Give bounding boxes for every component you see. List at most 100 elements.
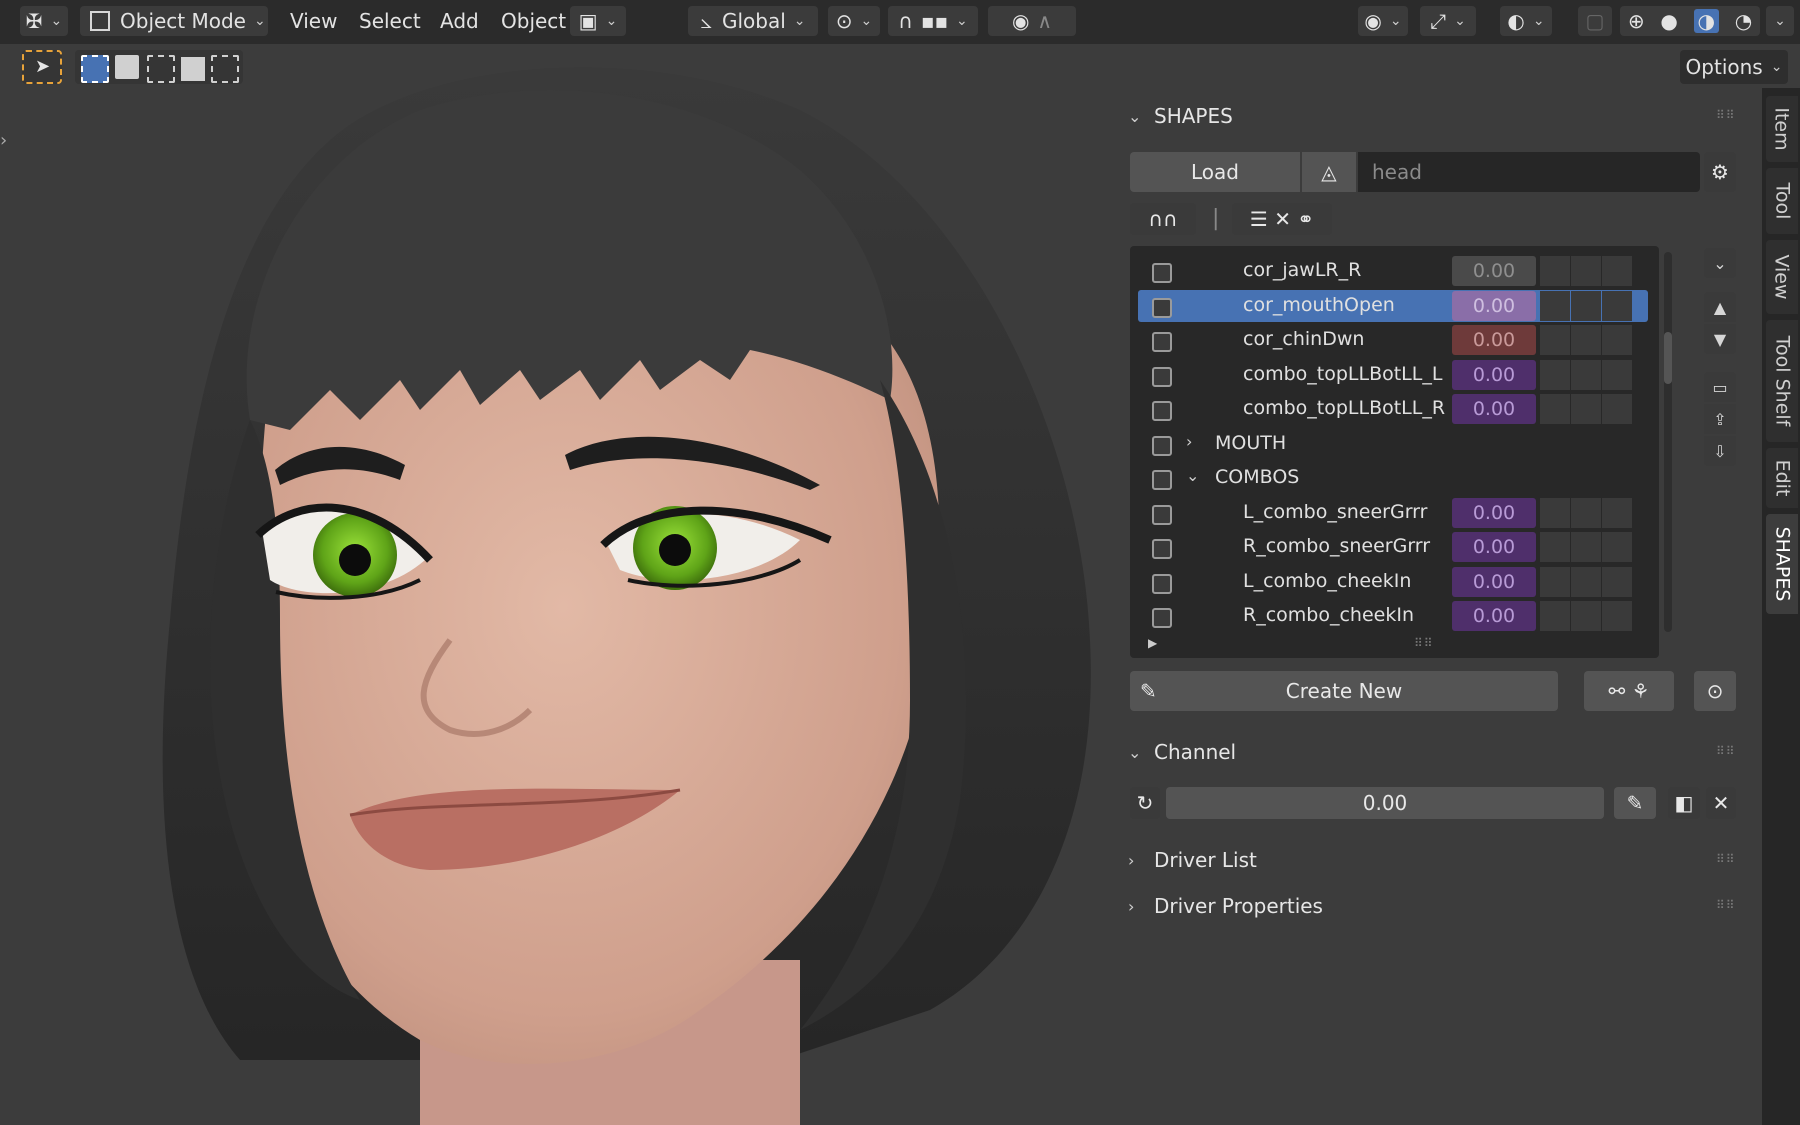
select-extend-icon[interactable]	[115, 55, 139, 79]
row-checkbox[interactable]	[1152, 504, 1172, 525]
row-checkbox[interactable]	[1152, 366, 1172, 387]
create-new-button[interactable]: ✎ Create New	[1130, 671, 1558, 711]
shape-tools-group[interactable]: ☰ ✕ ⚭	[1232, 203, 1332, 235]
tab-shapes[interactable]: SHAPES	[1766, 514, 1798, 614]
select-invert-icon[interactable]	[179, 55, 207, 83]
row-action-slot[interactable]	[1571, 359, 1601, 390]
row-action-slot[interactable]	[1602, 497, 1632, 528]
shape-row[interactable]: combo_topLLBotLL_R 0.00	[1138, 393, 1648, 425]
list-resize-handle[interactable]: ⠿⠿	[1414, 636, 1434, 650]
row-action-slot[interactable]	[1602, 601, 1632, 631]
channel-remove-button[interactable]: ✕	[1706, 787, 1736, 819]
shape-name[interactable]: combo_topLLBotLL_L	[1243, 363, 1442, 385]
drag-handle-icon[interactable]: ⠿⠿	[1716, 898, 1736, 912]
row-action-slot[interactable]	[1602, 325, 1632, 355]
gizmo-dropdown[interactable]: ⤢ ⌄	[1420, 6, 1476, 36]
shape-value-field[interactable]: 0.00	[1452, 256, 1536, 286]
row-checkbox[interactable]	[1152, 470, 1172, 490]
shape-name[interactable]: L_combo_sneerGrrr	[1243, 501, 1427, 523]
drag-handle-icon[interactable]: ⠿⠿	[1716, 852, 1736, 866]
menu-object[interactable]: Object	[501, 6, 566, 36]
shape-value-field[interactable]: 0.00	[1452, 532, 1536, 562]
row-action-slot[interactable]	[1571, 325, 1601, 355]
shape-row[interactable]: R_combo_sneerGrrr 0.00	[1138, 531, 1648, 563]
row-action-slot[interactable]	[1602, 256, 1632, 286]
toolbar-expand-icon[interactable]: ›	[0, 130, 7, 151]
shading-options-dropdown[interactable]: ⌄	[1766, 6, 1794, 36]
mesh-field[interactable]: head	[1358, 152, 1700, 192]
shape-value-field[interactable]: 0.00	[1452, 566, 1536, 597]
tab-tool[interactable]: Tool	[1766, 168, 1798, 234]
shape-name[interactable]: L_combo_cheekIn	[1243, 570, 1411, 592]
shape-value-field[interactable]: 0.00	[1452, 325, 1536, 355]
tab-item[interactable]: Item	[1766, 96, 1798, 162]
select-new-icon[interactable]	[81, 55, 109, 83]
row-action-slot[interactable]	[1602, 394, 1632, 424]
material-shading-icon[interactable]: ◑	[1693, 9, 1719, 33]
list-scrollbar-thumb[interactable]	[1664, 332, 1672, 384]
xray-toggle[interactable]: ▢	[1578, 6, 1612, 36]
shape-name[interactable]: cor_mouthOpen	[1243, 294, 1395, 316]
chevron-right-icon[interactable]: ›	[1186, 432, 1192, 451]
tab-edit[interactable]: Edit	[1766, 448, 1798, 508]
shape-value-field[interactable]: 0.00	[1452, 359, 1536, 390]
options-dropdown[interactable]: Options ⌄	[1680, 50, 1788, 84]
solid-shading-icon[interactable]: ●	[1660, 9, 1677, 33]
drag-handle-icon[interactable]: ⠿⠿	[1716, 744, 1736, 758]
shape-actions-group[interactable]: ⚯ ⚘	[1584, 671, 1674, 711]
shape-row[interactable]: cor_jawLR_R 0.00	[1138, 255, 1648, 287]
list-scrollbar-track[interactable]	[1664, 252, 1672, 632]
wireframe-shading-icon[interactable]: ⊕	[1628, 9, 1645, 33]
editor-type-dropdown[interactable]: ✠ ⌄	[20, 6, 68, 36]
sculpt-tools-group[interactable]: ∩∩	[1130, 203, 1196, 235]
row-checkbox[interactable]	[1152, 608, 1172, 628]
select-tool-button[interactable]: ➤	[22, 50, 62, 84]
channel-toggle-button[interactable]: ◧	[1668, 787, 1700, 819]
shape-name[interactable]: cor_chinDwn	[1243, 328, 1364, 350]
shape-value-field[interactable]: 0.00	[1452, 394, 1536, 424]
row-checkbox[interactable]	[1152, 435, 1172, 456]
shapes-panel-header[interactable]: ⌄ SHAPES	[1128, 104, 1233, 128]
shape-row[interactable]: cor_chinDwn 0.00	[1138, 324, 1648, 356]
shape-row[interactable]: L_combo_sneerGrrr 0.00	[1138, 497, 1648, 529]
list-menu-button[interactable]: ⌄	[1704, 248, 1736, 278]
row-action-slot[interactable]	[1540, 566, 1570, 597]
row-action-slot[interactable]	[1540, 256, 1570, 286]
shape-name[interactable]: cor_jawLR_R	[1243, 259, 1361, 281]
list-group-row[interactable]: › MOUTH	[1138, 428, 1648, 460]
shape-name[interactable]: R_combo_sneerGrrr	[1243, 535, 1430, 557]
shape-name[interactable]: R_combo_cheekIn	[1243, 604, 1414, 626]
row-action-slot[interactable]	[1540, 290, 1570, 321]
row-checkbox[interactable]	[1152, 401, 1172, 421]
row-checkbox[interactable]	[1152, 263, 1172, 283]
menu-add[interactable]: Add	[440, 6, 479, 36]
shape-name[interactable]: combo_topLLBotLL_R	[1243, 397, 1445, 419]
drag-handle-icon[interactable]: ⠿⠿	[1716, 108, 1736, 122]
view-object-types-dropdown[interactable]: ▣ ⌄	[570, 6, 626, 36]
channel-edit-button[interactable]: ✎	[1614, 787, 1656, 819]
row-action-slot[interactable]	[1540, 532, 1570, 562]
chevron-down-icon[interactable]: ⌄	[1186, 466, 1199, 485]
tab-view[interactable]: View	[1766, 240, 1798, 314]
channel-value-field[interactable]: 0.00	[1166, 787, 1604, 819]
row-action-slot[interactable]	[1540, 325, 1570, 355]
row-action-slot[interactable]	[1571, 566, 1601, 597]
menu-view[interactable]: View	[290, 6, 337, 36]
export-button[interactable]: ⇪	[1704, 404, 1736, 434]
shape-row[interactable]: L_combo_cheekIn 0.00	[1138, 566, 1648, 598]
row-action-slot[interactable]	[1540, 359, 1570, 390]
row-action-slot[interactable]	[1571, 394, 1601, 424]
list-group-row[interactable]: ⌄ COMBOS	[1138, 462, 1648, 494]
driver-properties-header[interactable]: › Driver Properties	[1128, 894, 1323, 918]
row-action-slot[interactable]	[1571, 497, 1601, 528]
row-checkbox[interactable]	[1152, 332, 1172, 352]
row-action-slot[interactable]	[1540, 394, 1570, 424]
mode-dropdown[interactable]: Object Mode ⌄	[80, 6, 268, 36]
shape-row[interactable]: cor_mouthOpen 0.00	[1138, 289, 1648, 322]
row-action-slot[interactable]	[1571, 256, 1601, 286]
mirror-button[interactable]: ◬	[1302, 152, 1356, 192]
driver-list-header[interactable]: › Driver List	[1128, 848, 1257, 872]
overlays-dropdown[interactable]: ◐ ⌄	[1500, 6, 1552, 36]
shape-row[interactable]: R_combo_cheekIn 0.00	[1138, 600, 1648, 632]
row-checkbox[interactable]	[1152, 297, 1172, 318]
